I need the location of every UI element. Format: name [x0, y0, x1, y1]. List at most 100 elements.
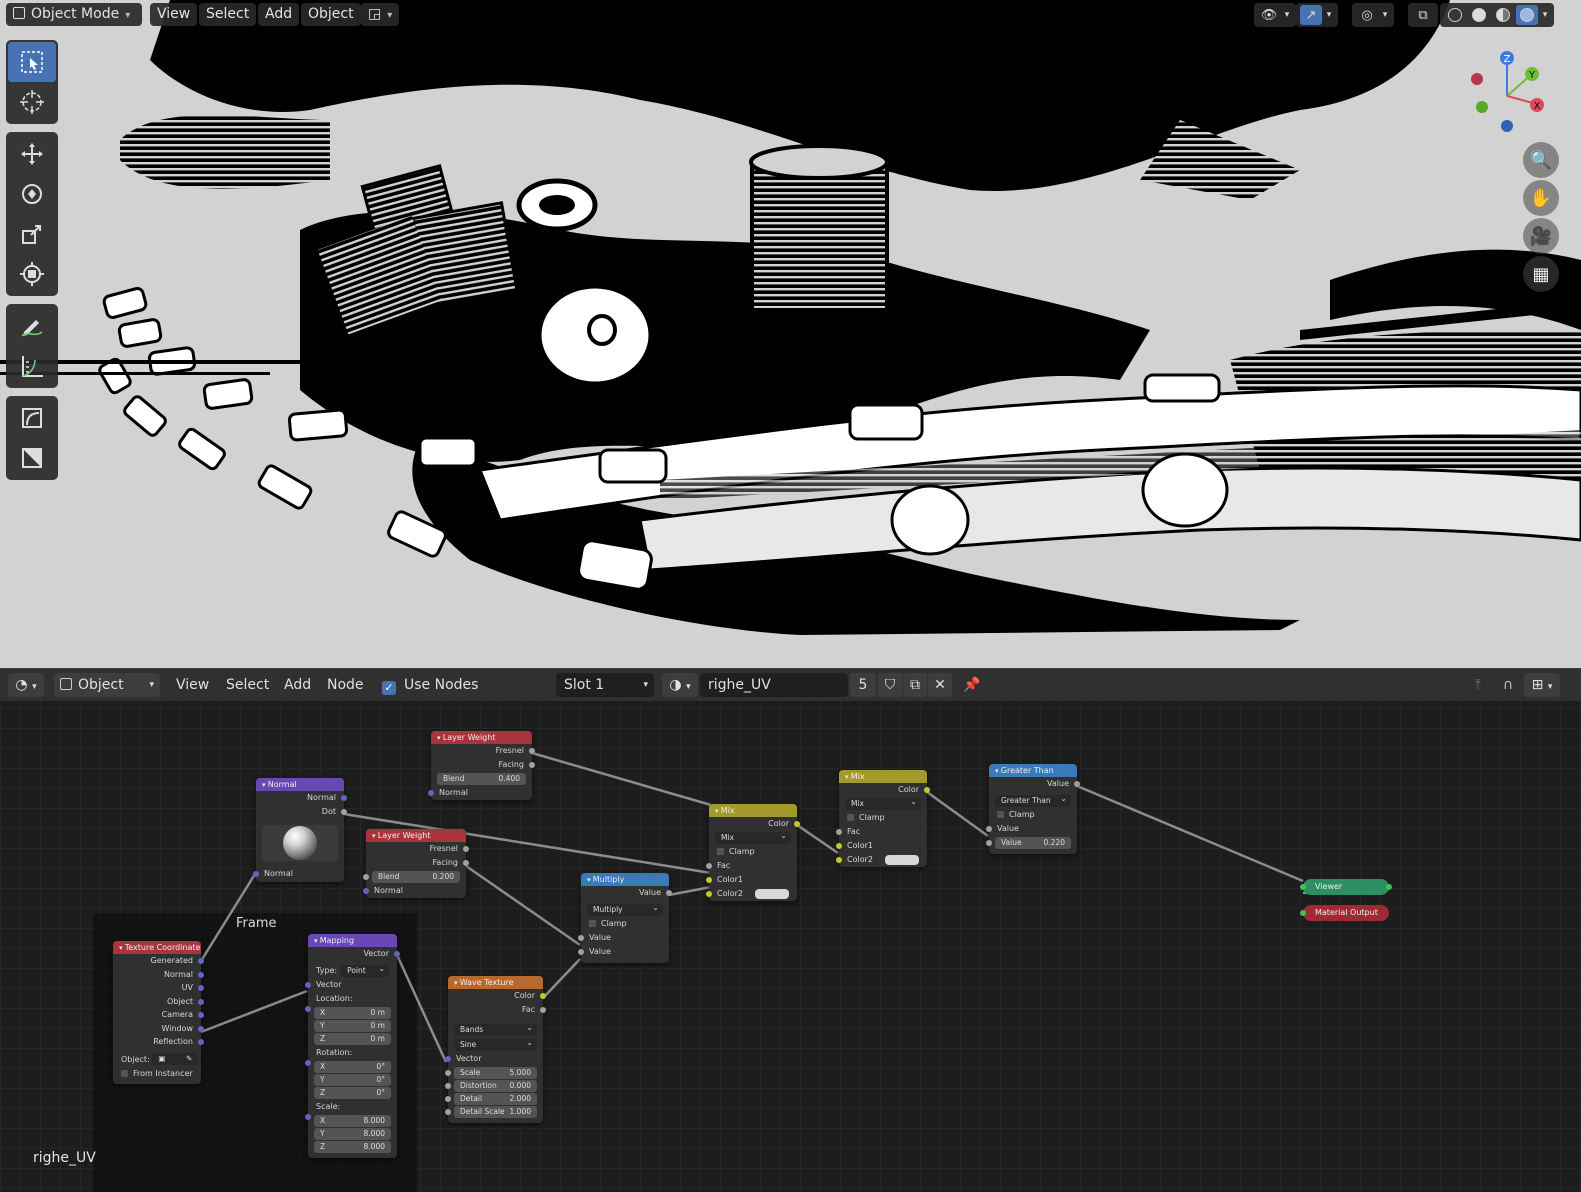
node-menu[interactable]: Node — [327, 673, 364, 697]
input-socket[interactable] — [706, 863, 712, 869]
detail-field[interactable]: Detail 2.000 — [445, 1093, 537, 1105]
input-socket[interactable] — [836, 857, 842, 863]
wireframe-shading-icon[interactable] — [1444, 5, 1466, 25]
location-x-field[interactable]: X0 m — [314, 1007, 391, 1019]
cursor-icon[interactable] — [8, 82, 56, 122]
clamp-checkbox[interactable] — [717, 848, 724, 855]
input-socket[interactable] — [253, 871, 259, 877]
navigation-gizmo[interactable]: Z Y X — [1465, 44, 1565, 144]
chevron-down-icon[interactable]: ▾ — [1324, 5, 1334, 25]
output-socket[interactable] — [924, 787, 930, 793]
greater-than-node[interactable]: Greater Than Value Greater Than Clamp Va… — [986, 764, 1080, 854]
input-socket[interactable] — [363, 888, 369, 894]
output-socket[interactable] — [198, 998, 204, 1005]
annotate-icon[interactable] — [8, 306, 56, 346]
output-socket[interactable] — [463, 846, 469, 852]
wave-type-dropdown[interactable]: Bands — [454, 1022, 537, 1036]
object-picker[interactable]: ▣ ✎ — [152, 1053, 199, 1065]
material-name-field[interactable]: righe_UV — [700, 673, 848, 697]
use-nodes-toggle[interactable]: ✓ Use Nodes — [382, 673, 478, 697]
overlays-icon[interactable]: ◎ — [1356, 5, 1378, 25]
object-menu[interactable]: Object — [301, 3, 361, 26]
blend-type-dropdown[interactable]: Mix — [845, 796, 921, 810]
location-y-field[interactable]: Y0 m — [314, 1020, 391, 1032]
from-instancer-checkbox[interactable] — [121, 1069, 128, 1077]
input-socket[interactable] — [305, 1060, 311, 1066]
normal-node[interactable]: Normal Normal Dot Normal — [253, 778, 347, 882]
output-socket[interactable] — [540, 1007, 546, 1013]
checkmark-icon[interactable]: ✓ — [382, 681, 396, 695]
threshold-field[interactable]: Value 0.220 — [986, 837, 1071, 849]
input-socket[interactable] — [836, 829, 842, 835]
transform-icon[interactable] — [8, 254, 56, 294]
input-socket[interactable] — [836, 843, 842, 849]
operation-dropdown[interactable]: Greater Than — [995, 793, 1071, 807]
output-socket[interactable] — [198, 985, 204, 991]
input-socket[interactable] — [445, 1083, 451, 1089]
rotation-x-field[interactable]: X 0° — [314, 1061, 391, 1073]
3d-viewport[interactable]: Object Mode ▾ View Select Add Object ◲ ▾ 👁… — [0, 0, 1581, 668]
scale-y-field[interactable]: Y 8.000 — [314, 1128, 391, 1140]
select-menu[interactable]: Select — [199, 3, 257, 26]
output-socket[interactable] — [198, 1012, 204, 1018]
output-socket[interactable] — [529, 748, 535, 754]
mapping-type-dropdown[interactable]: Point — [341, 963, 390, 977]
material-preview-icon[interactable] — [1492, 5, 1514, 25]
rotation-z-field[interactable]: Z 0° — [314, 1087, 391, 1099]
material-slot-dropdown[interactable]: Slot 1 ▾ — [556, 673, 654, 697]
detail-scale-field[interactable]: Detail Scale 1.000 — [445, 1106, 537, 1118]
wave-profile-dropdown[interactable]: Sine — [454, 1037, 537, 1051]
parent-node-tree-icon[interactable]: ⤒ — [1466, 673, 1490, 697]
blend-field[interactable]: Blend 0.200 — [363, 871, 460, 883]
blend-field[interactable]: Blend 0.400 — [437, 773, 526, 785]
add-menu[interactable]: Add — [258, 3, 300, 26]
scale-cage-icon[interactable] — [8, 438, 56, 478]
mix-node-2[interactable]: Mix Color Mix Clamp Fac Color1 Color2 — [836, 770, 930, 867]
input-socket[interactable] — [305, 982, 311, 988]
rotate-icon[interactable] — [8, 174, 56, 214]
output-socket[interactable] — [198, 1039, 204, 1045]
layer-weight-node-2[interactable]: Layer Weight Fresnel Facing Blend0.200 N… — [363, 829, 469, 898]
blend-type-dropdown[interactable]: Mix — [715, 830, 791, 844]
normal-sphere-preview[interactable] — [262, 825, 338, 861]
eyedropper-icon[interactable]: ✎ — [186, 1053, 192, 1065]
material-output-node[interactable]: Material Output — [1300, 905, 1389, 921]
snap-magnet-icon[interactable]: ∩ — [1496, 673, 1520, 697]
viewer-node[interactable]: Viewer — [1300, 879, 1392, 895]
output-socket[interactable] — [198, 958, 204, 964]
measure-icon[interactable] — [8, 346, 56, 386]
view-menu[interactable]: View — [176, 673, 209, 697]
output-socket[interactable] — [794, 821, 800, 827]
output-socket[interactable] — [666, 890, 672, 896]
distortion-field[interactable]: Distortion 0.000 — [445, 1080, 537, 1092]
output-socket[interactable] — [198, 971, 204, 978]
texture-coordinate-node[interactable]: Texture Coordinate Generated Normal UV O… — [113, 941, 204, 1084]
camera-view-icon[interactable]: 🎥 — [1523, 218, 1559, 254]
output-socket[interactable] — [198, 1025, 204, 1032]
input-socket[interactable] — [445, 1056, 451, 1062]
input-socket[interactable] — [578, 949, 584, 955]
output-socket[interactable] — [1386, 884, 1392, 890]
snap-mode-dropdown[interactable]: ⊞ ▾ — [1524, 673, 1560, 697]
color2-swatch[interactable] — [755, 889, 789, 899]
scale-icon[interactable] — [8, 214, 56, 254]
output-socket[interactable] — [341, 795, 347, 801]
output-socket[interactable] — [540, 993, 546, 999]
wave-texture-node[interactable]: Wave Texture Color Fac Bands Sine Vector… — [445, 976, 546, 1123]
add-menu[interactable]: Add — [284, 673, 311, 697]
editor-type-dropdown[interactable]: ◔ ▾ — [8, 673, 44, 697]
view-menu[interactable]: View — [150, 3, 198, 26]
pin-icon[interactable]: 📌 — [960, 673, 984, 697]
input-socket[interactable] — [706, 891, 712, 897]
output-socket[interactable] — [529, 762, 535, 768]
input-socket[interactable] — [706, 877, 712, 883]
output-socket[interactable] — [463, 860, 469, 866]
scale-z-field[interactable]: Z 8.000 — [314, 1141, 391, 1153]
input-socket[interactable] — [986, 826, 992, 832]
duplicate-material-icon[interactable]: ⧉ — [903, 673, 927, 697]
input-socket[interactable] — [363, 874, 369, 880]
rendered-shading-icon[interactable] — [1516, 5, 1538, 25]
shader-node-editor[interactable]: Frame righe_UV Layer Weight Fresnel — [0, 668, 1581, 1192]
operation-dropdown[interactable]: Multiply — [587, 902, 663, 916]
move-icon[interactable] — [8, 134, 56, 174]
